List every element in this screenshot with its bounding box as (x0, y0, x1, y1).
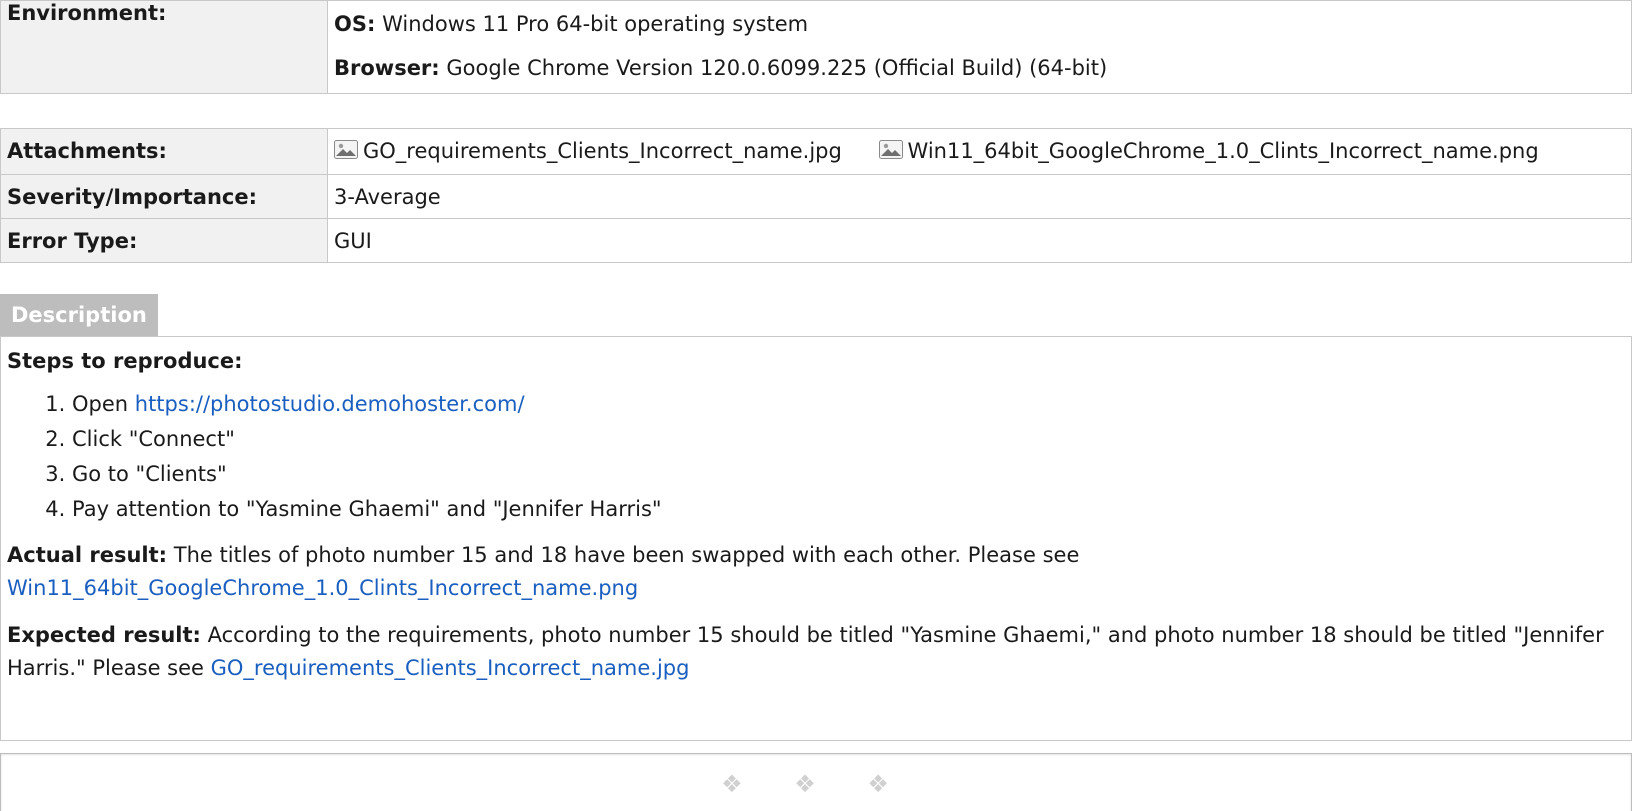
expected-result: Expected result: According to the requir… (7, 619, 1625, 685)
actual-result-link[interactable]: Win11_64bit_GoogleChrome_1.0_Clints_Inco… (7, 576, 638, 600)
footer-panel: ❖ ❖ ❖ (0, 753, 1632, 811)
description-panel: Steps to reproduce: Open https://photost… (0, 336, 1632, 741)
severity-value: 3-Average (327, 173, 1632, 219)
image-file-icon (878, 139, 903, 159)
browser-value: Google Chrome Version 120.0.6099.225 (Of… (446, 56, 1108, 80)
browser-line: Browser: Google Chrome Version 120.0.609… (334, 36, 1625, 80)
actual-result-text: The titles of photo number 15 and 18 hav… (167, 543, 1080, 567)
environment-value: OS: Windows 11 Pro 64-bit operating syst… (327, 0, 1632, 94)
error-type-row: Error Type: GUI (0, 217, 1632, 263)
ornament-divider-icon: ❖ ❖ ❖ (721, 770, 911, 798)
error-type-value: GUI (327, 217, 1632, 263)
environment-row: Environment: OS: Windows 11 Pro 64-bit o… (0, 0, 1632, 94)
actual-result-label: Actual result: (7, 543, 168, 567)
error-type-label: Error Type: (0, 217, 328, 263)
steps-title: Steps to reproduce: (7, 349, 243, 373)
browser-label: Browser: (334, 56, 440, 80)
attachments-label: Attachments: (0, 128, 328, 175)
steps-list: Open https://photostudio.demohoster.com/… (7, 387, 1625, 527)
list-item: Go to "Clients" (72, 457, 1625, 492)
severity-row: Severity/Importance: 3-Average (0, 173, 1632, 219)
os-line: OS: Windows 11 Pro 64-bit operating syst… (334, 1, 1625, 36)
attachment-link-1[interactable]: GO_requirements_Clients_Incorrect_name.j… (334, 139, 842, 163)
bug-report-page: Environment: OS: Windows 11 Pro 64-bit o… (0, 0, 1632, 811)
severity-label: Severity/Importance: (0, 173, 328, 219)
attachments-value: GO_requirements_Clients_Incorrect_name.j… (327, 128, 1632, 175)
attachment-name: Win11_64bit_GoogleChrome_1.0_Clints_Inco… (907, 139, 1539, 163)
actual-result: Actual result: The titles of photo numbe… (7, 539, 1625, 605)
os-label: OS: (334, 12, 376, 36)
step-prefix: Open (72, 392, 135, 416)
list-item: Open https://photostudio.demohoster.com/ (72, 387, 1625, 422)
description-tab[interactable]: Description (0, 294, 158, 336)
site-link[interactable]: https://photostudio.demohoster.com/ (135, 392, 525, 416)
attachment-link-2[interactable]: Win11_64bit_GoogleChrome_1.0_Clints_Inco… (878, 139, 1539, 163)
details-table: Attachments: GO_requirements_Clients_Inc… (0, 128, 1632, 263)
image-file-icon (334, 139, 358, 159)
environment-label: Environment: (0, 0, 328, 94)
expected-result-link[interactable]: GO_requirements_Clients_Incorrect_name.j… (211, 656, 690, 680)
list-item: Pay attention to "Yasmine Ghaemi" and "J… (72, 492, 1625, 527)
environment-table: Environment: OS: Windows 11 Pro 64-bit o… (0, 0, 1632, 94)
attachments-row: Attachments: GO_requirements_Clients_Inc… (0, 128, 1632, 175)
list-item: Click "Connect" (72, 422, 1625, 457)
os-value: Windows 11 Pro 64-bit operating system (382, 12, 809, 36)
expected-result-label: Expected result: (7, 623, 201, 647)
attachment-name: GO_requirements_Clients_Incorrect_name.j… (363, 139, 842, 163)
